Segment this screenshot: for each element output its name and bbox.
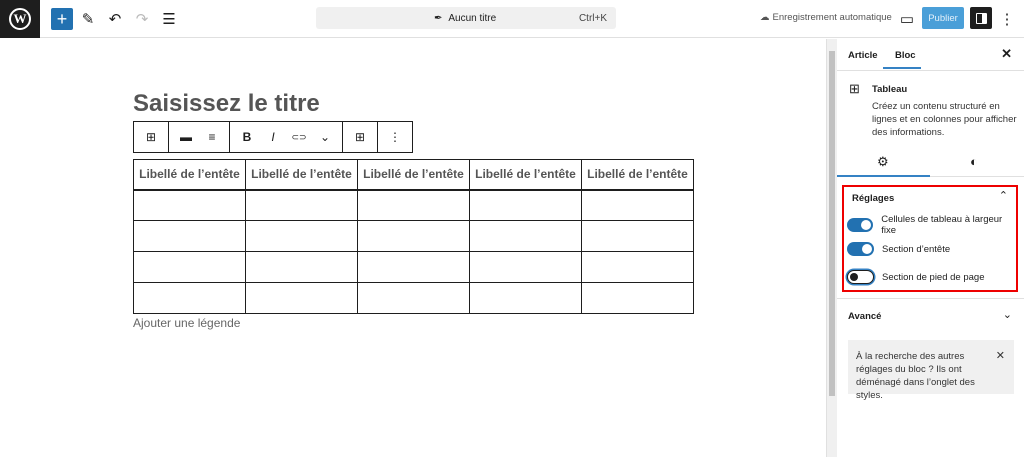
block-name: Tableau: [872, 84, 908, 95]
tab-article[interactable]: Article: [848, 50, 878, 61]
active-tab-indicator: [837, 175, 930, 177]
editor-scrollbar[interactable]: [826, 39, 837, 457]
styles-icon[interactable]: ◐: [970, 154, 978, 169]
command-palette-button[interactable]: ✒ Aucun titre Ctrl+K: [316, 7, 616, 29]
table-cell[interactable]: [245, 220, 358, 252]
toggle-label: Section de pied de page: [882, 271, 985, 283]
shortcut-hint: Ctrl+K: [578, 12, 607, 24]
add-block-button[interactable]: +: [51, 8, 73, 30]
table-cell[interactable]: [581, 220, 694, 252]
table-row: [133, 282, 694, 314]
quill-icon: ✒: [434, 12, 443, 24]
publish-button[interactable]: Publier: [922, 7, 964, 29]
settings-panel: Réglages ⌃ Cellules de tableau à largeur…: [842, 185, 1018, 292]
table-cell[interactable]: [469, 189, 582, 221]
autosave-status: ☁ Enregistrement automatique: [760, 12, 892, 23]
wordpress-logo-button[interactable]: W: [0, 0, 40, 38]
sidebar-icon: [975, 12, 987, 24]
block-description: Créez un contenu structuré en lignes et …: [872, 101, 1017, 138]
toggle-switch[interactable]: [847, 218, 874, 232]
table-cell[interactable]: [581, 189, 694, 221]
table-icon: ⊞: [849, 81, 860, 96]
table-cell[interactable]: [581, 282, 694, 314]
options-menu-icon[interactable]: ⋮: [996, 8, 1018, 30]
table-caption-input[interactable]: Ajouter une légende: [133, 316, 240, 330]
table-cell[interactable]: [357, 282, 470, 314]
table-header-cell[interactable]: Libellé de l’entête: [133, 159, 246, 191]
gear-icon[interactable]: ⚙: [877, 154, 889, 170]
block-inspector-tabs: ⚙ ◐: [837, 147, 1024, 177]
advanced-panel[interactable]: Avancé ⌄: [837, 298, 1024, 334]
toggle-footer-section[interactable]: Section de pied de page: [847, 270, 984, 284]
document-title: Aucun titre: [448, 12, 497, 24]
bold-icon[interactable]: B: [234, 130, 260, 144]
notice-text: À la recherche des autres réglages du bl…: [856, 351, 975, 401]
align-wide-icon[interactable]: ▬: [173, 130, 199, 144]
table-cell[interactable]: [133, 220, 246, 252]
table-block[interactable]: Libellé de l’entête Libellé de l’entête Li…: [133, 159, 694, 314]
autosave-label: Enregistrement automatique: [772, 12, 892, 23]
table-cell[interactable]: [581, 251, 694, 283]
table-header-cell[interactable]: Libellé de l’entête: [469, 159, 582, 191]
sidebar-tabs: Article Bloc ✕: [837, 39, 1024, 71]
settings-sidebar: Article Bloc ✕ ⊞ Tableau Créez un conten…: [837, 39, 1024, 457]
advanced-panel-title[interactable]: Avancé: [848, 311, 881, 322]
table-row: [133, 251, 694, 283]
edit-table-icon[interactable]: ⊞: [347, 130, 373, 144]
table-cell[interactable]: [357, 220, 470, 252]
toggle-fixed-width[interactable]: Cellules de tableau à largeur fixe: [847, 214, 1016, 236]
scrollbar-thumb[interactable]: [829, 51, 835, 396]
top-toolbar: W + ✎ ↶ ↷ ☰ ✒ Aucun titre Ctrl+K ☁ Enregis…: [0, 0, 1024, 38]
toggle-label: Cellules de tableau à largeur fixe: [881, 214, 1003, 236]
table-cell[interactable]: [469, 282, 582, 314]
close-icon[interactable]: ✕: [996, 350, 1005, 363]
redo-icon[interactable]: ↷: [131, 8, 153, 30]
settings-sidebar-toggle[interactable]: [970, 7, 992, 29]
wordpress-icon: W: [9, 8, 31, 30]
settings-panel-title[interactable]: Réglages: [852, 193, 894, 204]
undo-icon[interactable]: ↶: [104, 8, 126, 30]
table-cell[interactable]: [357, 189, 470, 221]
link-icon[interactable]: ⊂⊃: [286, 132, 312, 143]
post-title-input[interactable]: Saisissez le titre: [133, 90, 320, 118]
table-header-cell[interactable]: Libellé de l’entête: [581, 159, 694, 191]
chevron-up-icon[interactable]: ⌃: [999, 189, 1008, 202]
table-row: [133, 220, 694, 252]
table-cell[interactable]: [133, 282, 246, 314]
table-cell[interactable]: [133, 189, 246, 221]
table-cell[interactable]: [245, 251, 358, 283]
toggle-switch[interactable]: [847, 242, 874, 256]
align-text-icon[interactable]: ≡: [199, 130, 225, 144]
document-overview-icon[interactable]: ☰: [158, 8, 180, 30]
table-row: [133, 189, 694, 221]
toggle-header-section[interactable]: Section d’entête: [847, 242, 950, 256]
chevron-down-icon[interactable]: ⌄: [312, 130, 338, 144]
table-cell[interactable]: [245, 282, 358, 314]
block-options-icon[interactable]: ⋮: [382, 130, 408, 144]
table-block-icon[interactable]: ⊞: [138, 130, 164, 144]
table-cell[interactable]: [469, 220, 582, 252]
tab-bloc[interactable]: Bloc: [895, 50, 916, 61]
table-cell[interactable]: [133, 251, 246, 283]
cloud-icon: ☁: [760, 12, 770, 23]
table-cell[interactable]: [245, 189, 358, 221]
italic-icon[interactable]: I: [260, 130, 286, 144]
table-cell[interactable]: [469, 251, 582, 283]
toggle-switch[interactable]: [847, 270, 874, 284]
table-header-cell[interactable]: Libellé de l’entête: [357, 159, 470, 191]
styles-notice: À la recherche des autres réglages du bl…: [848, 340, 1014, 401]
toggle-label: Section d’entête: [882, 243, 951, 255]
block-toolbar: ⊞ ▬ ≡ B I ⊂⊃ ⌄ ⊞ ⋮: [133, 121, 413, 153]
close-icon[interactable]: ✕: [1001, 46, 1012, 62]
chevron-down-icon[interactable]: ⌄: [1003, 308, 1012, 321]
table-cell[interactable]: [357, 251, 470, 283]
table-header-cell[interactable]: Libellé de l’entête: [245, 159, 358, 191]
preview-device-icon[interactable]: ▭: [896, 8, 918, 30]
active-tab-indicator: [883, 67, 921, 69]
edit-tools-icon[interactable]: ✎: [77, 8, 99, 30]
